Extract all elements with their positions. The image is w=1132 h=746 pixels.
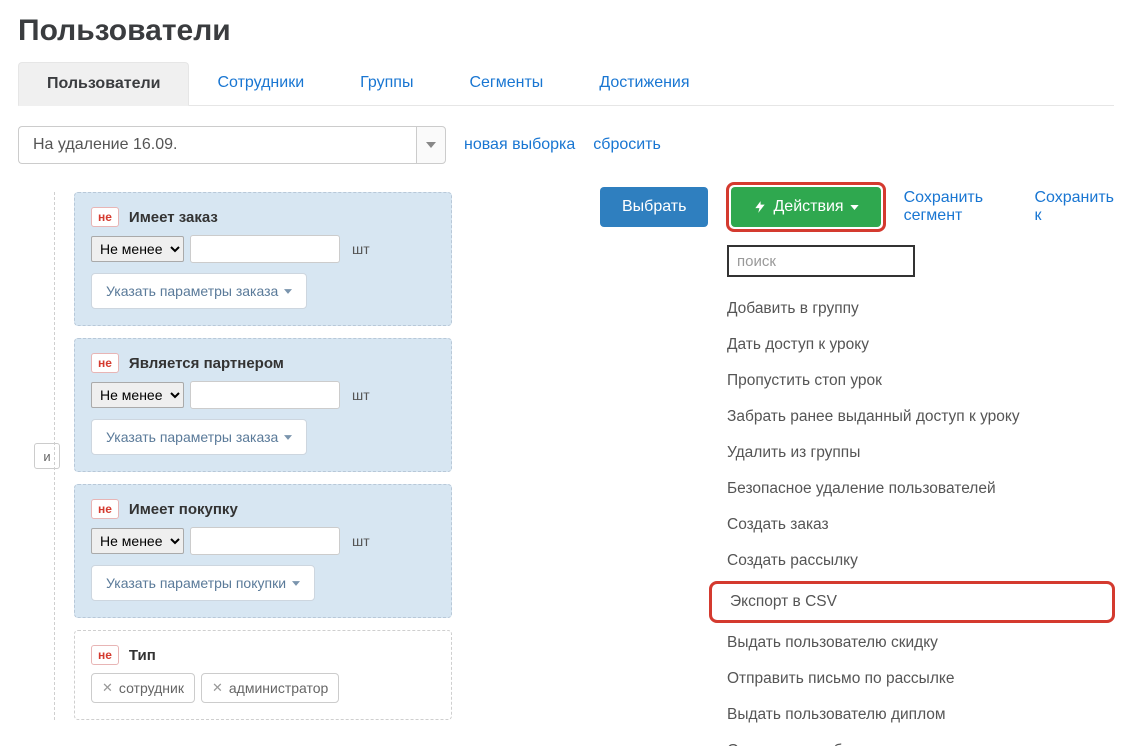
- filter-value-input[interactable]: [190, 235, 340, 263]
- dropdown-item-6[interactable]: Создать заказ: [703, 507, 1129, 543]
- tag-remove-icon[interactable]: ✕: [212, 680, 223, 696]
- filter-comparator-select[interactable]: Не менее: [91, 528, 184, 554]
- filter-title: Является партнером: [129, 355, 284, 372]
- filter-title: Имеет заказ: [129, 209, 218, 226]
- filter-comparator-select[interactable]: Не менее: [91, 236, 184, 262]
- param-button[interactable]: Указать параметры заказа: [91, 273, 307, 309]
- reset-link[interactable]: сбросить: [593, 136, 661, 154]
- not-badge[interactable]: не: [91, 645, 119, 665]
- filter-comparator-select[interactable]: Не менее: [91, 382, 184, 408]
- tag[interactable]: ✕ администратор: [201, 673, 339, 703]
- saved-selection-value: На удаление 16.09.: [18, 126, 416, 164]
- filter-card-2: не Имеет покупку Не менее шт Указать парамет…: [74, 484, 452, 618]
- tab-2[interactable]: Группы: [332, 62, 441, 105]
- tag[interactable]: ✕ сотрудник: [91, 673, 195, 703]
- actions-highlight: Действия: [726, 182, 885, 232]
- dropdown-item-0[interactable]: Добавить в группу: [703, 291, 1129, 327]
- saved-selection-dropdown[interactable]: На удаление 16.09.: [18, 126, 446, 164]
- tabs: ПользователиСотрудникиГруппыСегментыДост…: [18, 62, 1114, 106]
- tab-3[interactable]: Сегменты: [441, 62, 571, 105]
- dropdown-item-3[interactable]: Забрать ранее выданный доступ к уроку: [703, 399, 1129, 435]
- tab-0[interactable]: Пользователи: [18, 62, 189, 106]
- dropdown-search-input[interactable]: [727, 245, 915, 277]
- dropdown-item-4[interactable]: Удалить из группы: [703, 435, 1129, 471]
- tab-4[interactable]: Достижения: [571, 62, 717, 105]
- bolt-icon: [753, 200, 767, 214]
- filter-card-1: не Является партнером Не менее шт Указать па…: [74, 338, 452, 472]
- save-as-link[interactable]: Сохранить к: [1034, 189, 1114, 225]
- filter-list: не Имеет заказ Не менее шт Указать параметры…: [74, 192, 452, 720]
- filter-title: Имеет покупку: [129, 501, 238, 518]
- dropdown-item-9[interactable]: Выдать пользователю скидку: [703, 625, 1129, 661]
- toolbar: На удаление 16.09. новая выборка сбросит…: [18, 106, 1114, 182]
- actions-row: Выбрать Действия Сохранить сегмент Сохра…: [600, 182, 1114, 248]
- tab-1[interactable]: Сотрудники: [189, 62, 332, 105]
- dropdown-item-8[interactable]: Экспорт в CSV: [709, 581, 1115, 623]
- tag-remove-icon[interactable]: ✕: [102, 680, 113, 696]
- unit-label: шт: [352, 387, 370, 403]
- param-button[interactable]: Указать параметры покупки: [91, 565, 315, 601]
- tag-label: сотрудник: [119, 680, 184, 696]
- chevron-down-icon: [416, 126, 446, 164]
- dropdown-item-10[interactable]: Отправить письмо по рассылке: [703, 661, 1129, 697]
- save-segment-link[interactable]: Сохранить сегмент: [904, 189, 1017, 225]
- filter-value-input[interactable]: [190, 527, 340, 555]
- and-operator-badge: и: [34, 443, 60, 469]
- unit-label: шт: [352, 241, 370, 257]
- tag-label: администратор: [229, 680, 328, 696]
- dropdown-item-12[interactable]: Отправить сообщение: [703, 733, 1129, 746]
- unit-label: шт: [352, 533, 370, 549]
- filter-value-input[interactable]: [190, 381, 340, 409]
- page-title: Пользователи: [18, 0, 1114, 62]
- param-button[interactable]: Указать параметры заказа: [91, 419, 307, 455]
- not-badge[interactable]: не: [91, 207, 119, 227]
- actions-dropdown-menu: Добавить в группуДать доступ к урокуПроп…: [702, 240, 1130, 746]
- dropdown-item-2[interactable]: Пропустить стоп урок: [703, 363, 1129, 399]
- choose-button[interactable]: Выбрать: [600, 187, 708, 227]
- filter-card-0: не Имеет заказ Не менее шт Указать параметры…: [74, 192, 452, 326]
- filter-title: Тип: [129, 647, 156, 664]
- new-selection-link[interactable]: новая выборка: [464, 136, 575, 154]
- dropdown-item-7[interactable]: Создать рассылку: [703, 543, 1129, 579]
- caret-down-icon: [850, 205, 859, 210]
- dropdown-item-5[interactable]: Безопасное удаление пользователей: [703, 471, 1129, 507]
- dropdown-item-1[interactable]: Дать доступ к уроку: [703, 327, 1129, 363]
- filter-card-3: не Тип ✕ сотрудник ✕ администратор: [74, 630, 452, 720]
- actions-dropdown-button[interactable]: Действия: [731, 187, 880, 227]
- not-badge[interactable]: не: [91, 353, 119, 373]
- dropdown-item-11[interactable]: Выдать пользователю диплом: [703, 697, 1129, 733]
- not-badge[interactable]: не: [91, 499, 119, 519]
- actions-label: Действия: [773, 198, 843, 216]
